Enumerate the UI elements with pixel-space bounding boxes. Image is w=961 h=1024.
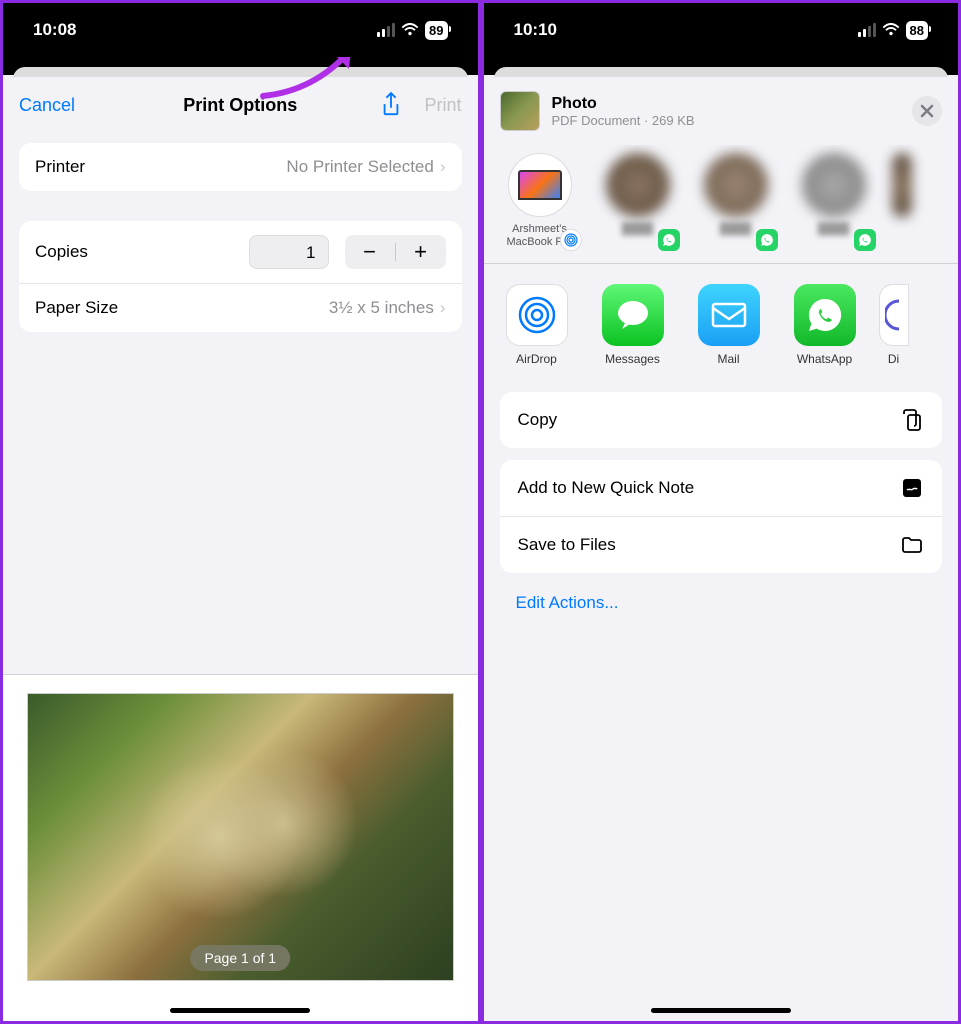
nav-title: Print Options — [183, 95, 297, 116]
quick-note-action[interactable]: Add to New Quick Note — [500, 460, 943, 517]
contact-avatar — [704, 153, 768, 217]
wifi-icon — [401, 23, 419, 37]
preview-photo — [27, 693, 454, 981]
share-header: Photo PDF Document · 269 KB — [484, 77, 959, 145]
battery-indicator: 88 — [906, 21, 928, 40]
chevron-right-icon: › — [440, 298, 446, 317]
status-right: 89 — [377, 21, 447, 40]
copies-row: Copies 1 − + — [19, 221, 462, 284]
mail-icon — [698, 284, 760, 346]
status-time: 10:08 — [33, 20, 76, 40]
app-label: Mail — [717, 352, 739, 366]
contact-avatar — [606, 153, 670, 217]
wifi-icon — [882, 23, 900, 37]
printer-label: Printer — [35, 157, 85, 177]
print-preview[interactable]: Page 1 of 1 — [3, 674, 478, 1021]
status-bar: 10:08 89 — [3, 3, 478, 57]
copy-icon — [900, 408, 924, 432]
paper-size-value: 3½ x 5 inches — [329, 298, 434, 317]
close-icon — [920, 104, 934, 118]
app-label: Di — [888, 352, 899, 366]
chevron-right-icon: › — [440, 157, 446, 176]
close-button[interactable] — [912, 96, 942, 126]
whatsapp-icon — [794, 284, 856, 346]
quick-note-label: Add to New Quick Note — [518, 478, 695, 498]
macbook-avatar — [508, 153, 572, 217]
share-icon[interactable] — [380, 91, 402, 119]
contact-avatar — [892, 153, 912, 217]
print-button[interactable]: Print — [424, 95, 461, 116]
share-apps-row[interactable]: AirDrop Messages Mail WhatsApp Di — [484, 264, 959, 386]
contact-macbook[interactable]: Arshmeet's MacBook Pro — [500, 153, 580, 249]
copy-label: Copy — [518, 410, 558, 430]
cellular-signal-icon — [377, 23, 395, 37]
app-label: WhatsApp — [797, 352, 852, 366]
messages-icon — [602, 284, 664, 346]
contact-partial[interactable] — [892, 153, 912, 249]
edit-actions-button[interactable]: Edit Actions... — [484, 579, 959, 627]
nav-bar: Cancel Print Options Print — [3, 77, 478, 133]
whatsapp-badge-icon — [658, 229, 680, 251]
printer-row[interactable]: Printer No Printer Selected › — [19, 143, 462, 191]
contact-blurred[interactable]: ████ — [696, 153, 776, 249]
sheet-backdrop — [3, 57, 478, 75]
copy-action[interactable]: Copy — [500, 392, 943, 448]
status-right: 88 — [858, 21, 928, 40]
app-label: Messages — [605, 352, 660, 366]
sheet-backdrop — [484, 57, 959, 75]
status-bar: 10:10 88 — [484, 3, 959, 57]
partial-app-icon — [879, 284, 909, 346]
folder-icon — [900, 533, 924, 557]
copy-action-group: Copy — [500, 392, 943, 448]
stepper-plus-button[interactable]: + — [396, 235, 446, 269]
paper-size-row[interactable]: Paper Size 3½ x 5 inches › — [19, 284, 462, 332]
stepper-minus-button[interactable]: − — [345, 235, 395, 269]
home-indicator[interactable] — [170, 1008, 310, 1013]
document-title: Photo — [552, 95, 901, 113]
battery-indicator: 89 — [425, 21, 447, 40]
contact-name-blurred: ████ — [720, 223, 751, 236]
contact-name-blurred: ████ — [622, 223, 653, 236]
page-indicator: Page 1 of 1 — [190, 945, 290, 971]
save-files-label: Save to Files — [518, 535, 616, 555]
document-thumbnail — [500, 91, 540, 131]
airdrop-contacts-row[interactable]: Arshmeet's MacBook Pro ████ ████ ████ — [484, 145, 959, 264]
app-messages[interactable]: Messages — [596, 284, 670, 366]
cellular-signal-icon — [858, 23, 876, 37]
printer-value: No Printer Selected — [286, 157, 433, 176]
printer-group: Printer No Printer Selected › — [19, 143, 462, 191]
share-sheet: Photo PDF Document · 269 KB Arshmeet's M… — [484, 77, 959, 1021]
right-phone-share-sheet: 10:10 88 Photo PDF Document · 269 KB — [481, 0, 961, 1024]
contact-avatar — [802, 153, 866, 217]
print-settings-group: Copies 1 − + Paper Size 3½ x 5 inches › — [19, 221, 462, 332]
app-whatsapp[interactable]: WhatsApp — [788, 284, 862, 366]
document-meta: PDF Document · 269 KB — [552, 113, 901, 128]
copies-value[interactable]: 1 — [249, 235, 329, 269]
contact-name-blurred: ████ — [818, 223, 849, 236]
app-label: AirDrop — [516, 352, 557, 366]
airdrop-icon — [506, 284, 568, 346]
whatsapp-badge-icon — [854, 229, 876, 251]
contact-blurred[interactable]: ████ — [598, 153, 678, 249]
app-mail[interactable]: Mail — [692, 284, 766, 366]
airdrop-badge-icon — [560, 229, 582, 251]
quick-note-icon — [900, 476, 924, 500]
print-options-sheet: Cancel Print Options Print Printer No Pr… — [3, 77, 478, 1021]
cancel-button[interactable]: Cancel — [19, 95, 75, 116]
app-airdrop[interactable]: AirDrop — [500, 284, 574, 366]
copies-stepper: − + — [345, 235, 446, 269]
home-indicator[interactable] — [651, 1008, 791, 1013]
paper-size-label: Paper Size — [35, 298, 118, 318]
copies-label: Copies — [35, 242, 88, 262]
left-phone-print-options: 10:08 89 Cancel Print Options Print Prin… — [0, 0, 481, 1024]
contact-blurred[interactable]: ████ — [794, 153, 874, 249]
more-actions-group: Add to New Quick Note Save to Files — [500, 460, 943, 573]
save-to-files-action[interactable]: Save to Files — [500, 517, 943, 573]
status-time: 10:10 — [514, 20, 557, 40]
app-partial[interactable]: Di — [884, 284, 904, 366]
whatsapp-badge-icon — [756, 229, 778, 251]
